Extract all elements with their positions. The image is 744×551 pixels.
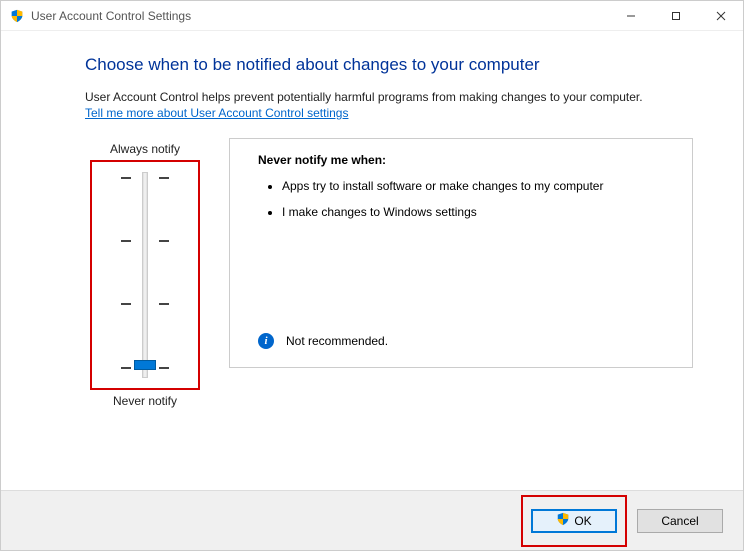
detail-panel: Never notify me when: Apps try to instal… — [229, 138, 693, 368]
recommendation-row: i Not recommended. — [258, 333, 674, 349]
ok-button-label: OK — [574, 514, 591, 528]
window-title: User Account Control Settings — [31, 9, 191, 23]
slider-label-top: Always notify — [110, 142, 180, 156]
learn-more-link[interactable]: Tell me more about User Account Control … — [85, 106, 348, 120]
content-area: Choose when to be notified about changes… — [1, 31, 743, 490]
slider-highlight-box — [90, 160, 200, 390]
cancel-button-label: Cancel — [661, 514, 698, 528]
close-button[interactable] — [698, 1, 743, 30]
detail-title: Never notify me when: — [258, 153, 674, 167]
maximize-button[interactable] — [653, 1, 698, 30]
shield-icon — [9, 8, 25, 24]
page-heading: Choose when to be notified about changes… — [85, 55, 693, 75]
info-icon: i — [258, 333, 274, 349]
shield-icon — [556, 512, 570, 529]
detail-bullet: I make changes to Windows settings — [282, 203, 674, 221]
footer: OK Cancel — [1, 490, 743, 550]
window-controls — [608, 1, 743, 30]
detail-bullet: Apps try to install software or make cha… — [282, 177, 674, 195]
ok-highlight-box: OK — [521, 495, 627, 547]
ok-button[interactable]: OK — [531, 509, 617, 533]
slider-label-bottom: Never notify — [113, 394, 177, 408]
slider-column: Always notify Never notify — [85, 138, 205, 412]
detail-list: Apps try to install software or make cha… — [282, 177, 674, 229]
notification-slider[interactable] — [142, 172, 148, 378]
titlebar: User Account Control Settings — [1, 1, 743, 31]
cancel-button[interactable]: Cancel — [637, 509, 723, 533]
slider-thumb[interactable] — [134, 360, 156, 370]
page-description: User Account Control helps prevent poten… — [85, 89, 693, 106]
recommendation-text: Not recommended. — [286, 334, 388, 348]
minimize-button[interactable] — [608, 1, 653, 30]
uac-settings-window: User Account Control Settings Choose whe… — [0, 0, 744, 551]
